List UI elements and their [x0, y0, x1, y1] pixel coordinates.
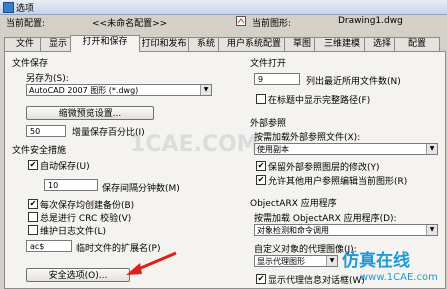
xref-demand-value: 使用副本: [257, 145, 289, 154]
autosave-minutes-label: 保存间隔分钟数(M): [102, 184, 180, 194]
xref-title: 外部参照: [250, 119, 287, 129]
tab-user-preferences[interactable]: 用户系统配置: [218, 37, 290, 51]
drawing-value: Drawing1.dwg: [338, 16, 403, 26]
proxy-notice-checkbox[interactable]: ✔: [256, 274, 266, 284]
brand-watermark-url: www.1CAE.com: [360, 272, 438, 283]
proxy-image-select[interactable]: 显示代理图形 ▼: [254, 255, 338, 267]
thumbnail-settings-button[interactable]: 缩微预览设置...: [26, 106, 154, 120]
logfile-checkbox[interactable]: [28, 225, 38, 235]
saveas-label: 另存为(S):: [26, 74, 69, 84]
tab-profiles[interactable]: 配置: [394, 37, 440, 51]
proxy-notice-label: 显示代理信息对话框(W): [268, 276, 365, 286]
window-title: 选项: [16, 4, 35, 14]
drawing-icon: [236, 16, 246, 29]
profile-value: <<未命名配置>>: [92, 19, 168, 29]
saveas-select[interactable]: AutoCAD 2007 图形 (*.dwg) ▼: [26, 84, 212, 96]
backup-checkbox[interactable]: ✔: [28, 199, 38, 209]
allow-refedit-checkbox[interactable]: ✔: [256, 175, 266, 185]
autosave-label: 自动保存(U): [40, 162, 90, 172]
profile-label: 当前配置:: [6, 19, 46, 29]
brand-watermark-cn: 仿真在线: [342, 251, 410, 271]
chevron-down-icon: ▼: [326, 256, 337, 266]
app-icon: [3, 2, 14, 13]
security-options-button[interactable]: 安全选项(O)...: [26, 268, 130, 282]
chevron-down-icon: ▼: [426, 144, 437, 154]
allow-refedit-label: 允许其他用户参照编辑当前图形(R): [268, 177, 408, 187]
fullpath-label: 在标题中显示完整路径(F): [268, 96, 371, 106]
recent-files-label: 列出最近所用文件数(N): [306, 77, 401, 87]
proxy-image-value: 显示代理图形: [257, 257, 305, 266]
chevron-down-icon: ▼: [200, 85, 211, 95]
crc-checkbox[interactable]: [28, 212, 38, 222]
tab-open-save[interactable]: 打开和保存: [70, 35, 140, 52]
backup-label: 每次保存均创建备份(B): [40, 201, 135, 211]
incremental-save-input[interactable]: 50: [26, 125, 66, 137]
temp-extension-input[interactable]: ac$: [26, 240, 72, 252]
retain-xref-checkbox[interactable]: ✔: [256, 161, 266, 171]
arx-demand-label: 按需加载 ObjectARX 应用程序(D):: [254, 214, 397, 224]
fullpath-checkbox[interactable]: [256, 94, 266, 104]
pointer-arrow-icon: [126, 251, 177, 275]
logfile-label: 维护日志文件(L): [40, 227, 107, 237]
retain-xref-label: 保留外部参照图层的修改(Y): [268, 163, 380, 173]
saveas-value: AutoCAD 2007 图形 (*.dwg): [29, 86, 139, 95]
autosave-checkbox[interactable]: ✔: [28, 160, 38, 170]
file-save-title: 文件保存: [12, 59, 49, 69]
file-open-title: 文件打开: [250, 59, 287, 69]
drawing-label: 当前图形:: [252, 19, 292, 29]
tab-plot-publish[interactable]: 打印和发布: [134, 37, 194, 51]
title-bar: 选项: [0, 0, 447, 15]
xref-demand-label: 按需加载外部参照文件(X):: [254, 133, 361, 143]
file-safety-title: 文件安全措施: [12, 146, 67, 156]
crc-label: 总是进行 CRC 校验(V): [40, 214, 132, 224]
objectarx-title: ObjectARX 应用程序: [250, 199, 337, 209]
chevron-down-icon: ▼: [426, 225, 437, 235]
arx-demand-value: 对象检测和命令调用: [257, 226, 329, 235]
xref-demand-select[interactable]: 使用副本 ▼: [254, 143, 438, 155]
autosave-minutes-input[interactable]: 10: [44, 179, 98, 191]
center-watermark: 1CAE.COM: [130, 132, 259, 157]
recent-files-input[interactable]: 9: [254, 73, 300, 85]
arx-demand-select[interactable]: 对象检测和命令调用 ▼: [254, 224, 438, 236]
tab-3d-modeling[interactable]: 三维建模: [314, 37, 370, 51]
